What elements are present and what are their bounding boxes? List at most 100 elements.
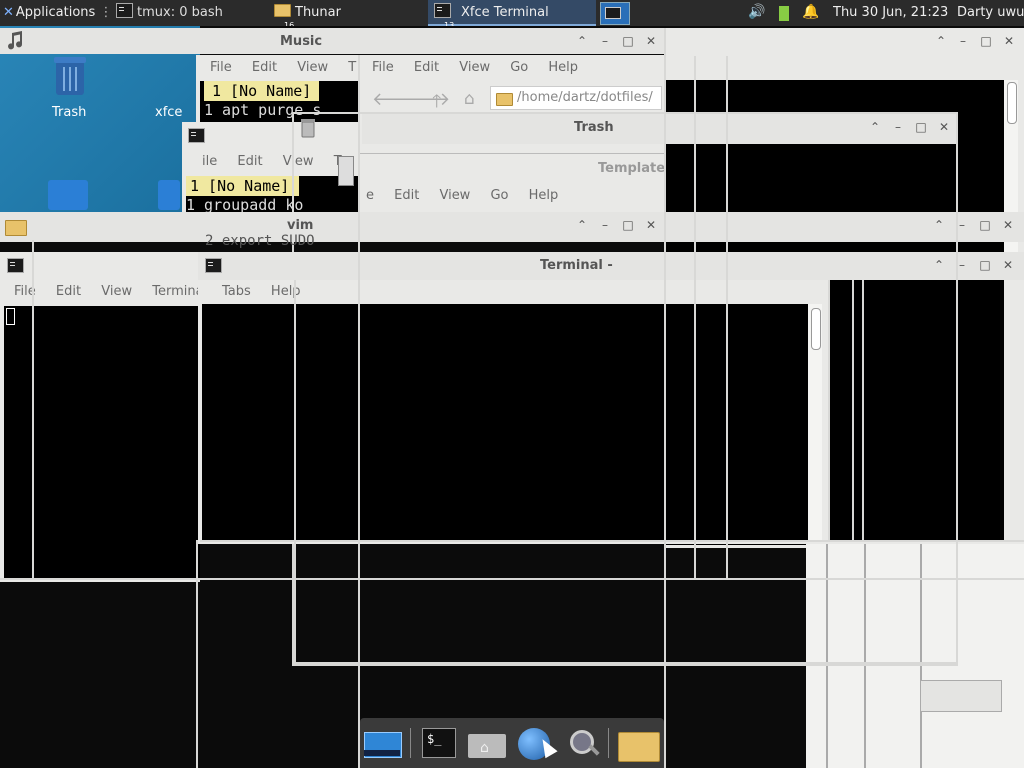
window-edge — [32, 240, 34, 580]
user-menu[interactable]: Darty uwu — [957, 0, 1024, 26]
window-edge — [828, 280, 830, 540]
maximize-button[interactable]: □ — [979, 34, 993, 48]
collapse-button[interactable]: ⌃ — [575, 218, 589, 232]
maximize-button[interactable]: □ — [621, 34, 635, 48]
menu-help[interactable]: Help — [271, 284, 301, 299]
collapse-button[interactable]: ⌃ — [932, 218, 946, 232]
bell-icon[interactable]: 🔔 — [802, 0, 818, 26]
maximize-button[interactable]: □ — [978, 258, 992, 272]
home-icon[interactable]: ⌂ — [464, 89, 475, 109]
close-button[interactable]: ✕ — [937, 120, 951, 134]
terminal-area[interactable] — [202, 304, 808, 540]
path-bar[interactable]: /home/dartz/dotfiles/ — [490, 86, 662, 110]
scrollbar[interactable] — [808, 304, 822, 540]
terminal-icon[interactable]: $_ — [422, 726, 458, 760]
menu-file[interactable]: ile — [202, 154, 217, 169]
applications-menu[interactable]: ✕ Applications ⋮ — [0, 0, 108, 26]
path-text: /home/dartz/dotfiles/ — [517, 90, 653, 105]
menu-file[interactable]: File — [372, 60, 394, 75]
menu-edit[interactable]: Edit — [414, 60, 439, 75]
task-thunar[interactable]: Thunar 16 — [270, 0, 430, 26]
menu-go[interactable]: Go — [510, 60, 528, 75]
menu-edit[interactable]: Edit — [56, 284, 81, 299]
window-edge — [852, 280, 854, 540]
task-xfce-terminal[interactable]: Xfce Terminal 13 — [428, 0, 596, 26]
folder-icon[interactable] — [618, 726, 660, 762]
vim-line: 2 export SUDO — [205, 233, 315, 249]
vim-title-window: vim ⌃ – □ ✕ — [0, 212, 666, 242]
menu-edit[interactable]: Edit — [394, 188, 419, 203]
task-count-badge: 16 — [284, 21, 295, 26]
trash-menubar: e Edit View Go Help — [366, 188, 956, 210]
menu-edit[interactable]: Edit — [237, 154, 262, 169]
window-edge — [956, 112, 958, 666]
menu-tabs[interactable]: Tabs — [222, 284, 251, 299]
close-button[interactable]: ✕ — [644, 218, 658, 232]
window-edge — [726, 56, 728, 580]
close-button[interactable]: ✕ — [1002, 34, 1016, 48]
window-edge — [920, 680, 1002, 712]
trash-titlebar[interactable]: Trash ⌃ – □ ✕ — [362, 114, 956, 144]
volume-icon[interactable]: 🔊 — [748, 0, 766, 26]
window-edge — [694, 56, 696, 580]
mouse-cursor-icon — [338, 156, 354, 186]
terminal-icon — [7, 258, 24, 273]
menu-file[interactable]: e — [366, 188, 374, 203]
search-icon[interactable] — [566, 726, 602, 760]
menu-view[interactable]: View — [439, 188, 470, 203]
collapse-button[interactable]: ⌃ — [934, 34, 948, 48]
menu-terminal[interactable]: Terminal — [152, 284, 200, 299]
menu-edit[interactable]: Edit — [252, 60, 277, 75]
task-tmux[interactable]: tmux: 0 bash — [112, 0, 271, 26]
window-edge — [862, 280, 864, 540]
minimize-button[interactable]: – — [891, 120, 905, 134]
music-titlebar[interactable]: Music ⌃ – □ ✕ — [0, 28, 666, 54]
music-note-icon — [8, 31, 23, 50]
collapse-button[interactable]: ⌃ — [575, 34, 589, 48]
terminal-window-title: Terminal - — [540, 258, 613, 273]
dock-separator — [608, 728, 609, 758]
minimize-button[interactable]: – — [598, 34, 612, 48]
clock[interactable]: Thu 30 Jun, 21:23 — [833, 0, 953, 26]
show-desktop-icon[interactable] — [364, 726, 402, 760]
vim-buffer-name: 1 [No Name] — [186, 176, 300, 196]
minimize-button[interactable]: – — [598, 218, 612, 232]
maximize-button[interactable]: □ — [914, 120, 928, 134]
terminal-cursor — [6, 308, 15, 325]
window-edge — [196, 540, 198, 768]
forward-icon[interactable]: 🡒 — [402, 89, 450, 110]
close-button[interactable]: ✕ — [1001, 218, 1015, 232]
terminal-area — [828, 280, 1004, 540]
menu-view[interactable]: View — [297, 60, 328, 75]
workspace-switcher[interactable] — [598, 0, 632, 26]
home-folder-icon[interactable]: ⌂ — [468, 726, 506, 760]
window-edge — [200, 540, 1024, 542]
terminal-icon — [188, 128, 205, 143]
close-button[interactable]: ✕ — [644, 34, 658, 48]
menu-t[interactable]: T — [348, 60, 356, 75]
window-edge — [0, 578, 1024, 580]
menu-file[interactable]: File — [210, 60, 232, 75]
maximize-button[interactable]: □ — [621, 218, 635, 232]
menu-view[interactable]: View — [101, 284, 132, 299]
left-terminal-window: File Edit View Terminal — [0, 252, 200, 582]
collapse-button[interactable]: ⌃ — [868, 120, 882, 134]
minimize-button[interactable]: – — [956, 34, 970, 48]
task-count-badge: 13 — [444, 21, 455, 26]
close-button[interactable]: ✕ — [1001, 258, 1015, 272]
terminal-titlebar[interactable]: Terminal - ⌃ – □ ✕ — [198, 252, 1024, 280]
battery-icon[interactable] — [776, 0, 790, 26]
task-label: Thunar — [295, 5, 341, 20]
menu-go[interactable]: Go — [490, 188, 508, 203]
applications-label: Applications — [15, 5, 96, 20]
vim-buffer-name: 1 [No Name] — [204, 81, 320, 101]
collapse-button[interactable]: ⌃ — [932, 258, 946, 272]
terminal-window: Terminal - ⌃ – □ ✕ Tabs Help — [198, 252, 1024, 544]
menu-help[interactable]: Help — [529, 188, 559, 203]
thunar-menubar: File Edit View Go Help — [372, 60, 664, 82]
terminal-icon — [116, 3, 133, 18]
dock-separator — [410, 728, 411, 758]
menu-help[interactable]: Help — [548, 60, 578, 75]
maximize-button[interactable]: □ — [978, 218, 992, 232]
menu-view[interactable]: View — [459, 60, 490, 75]
